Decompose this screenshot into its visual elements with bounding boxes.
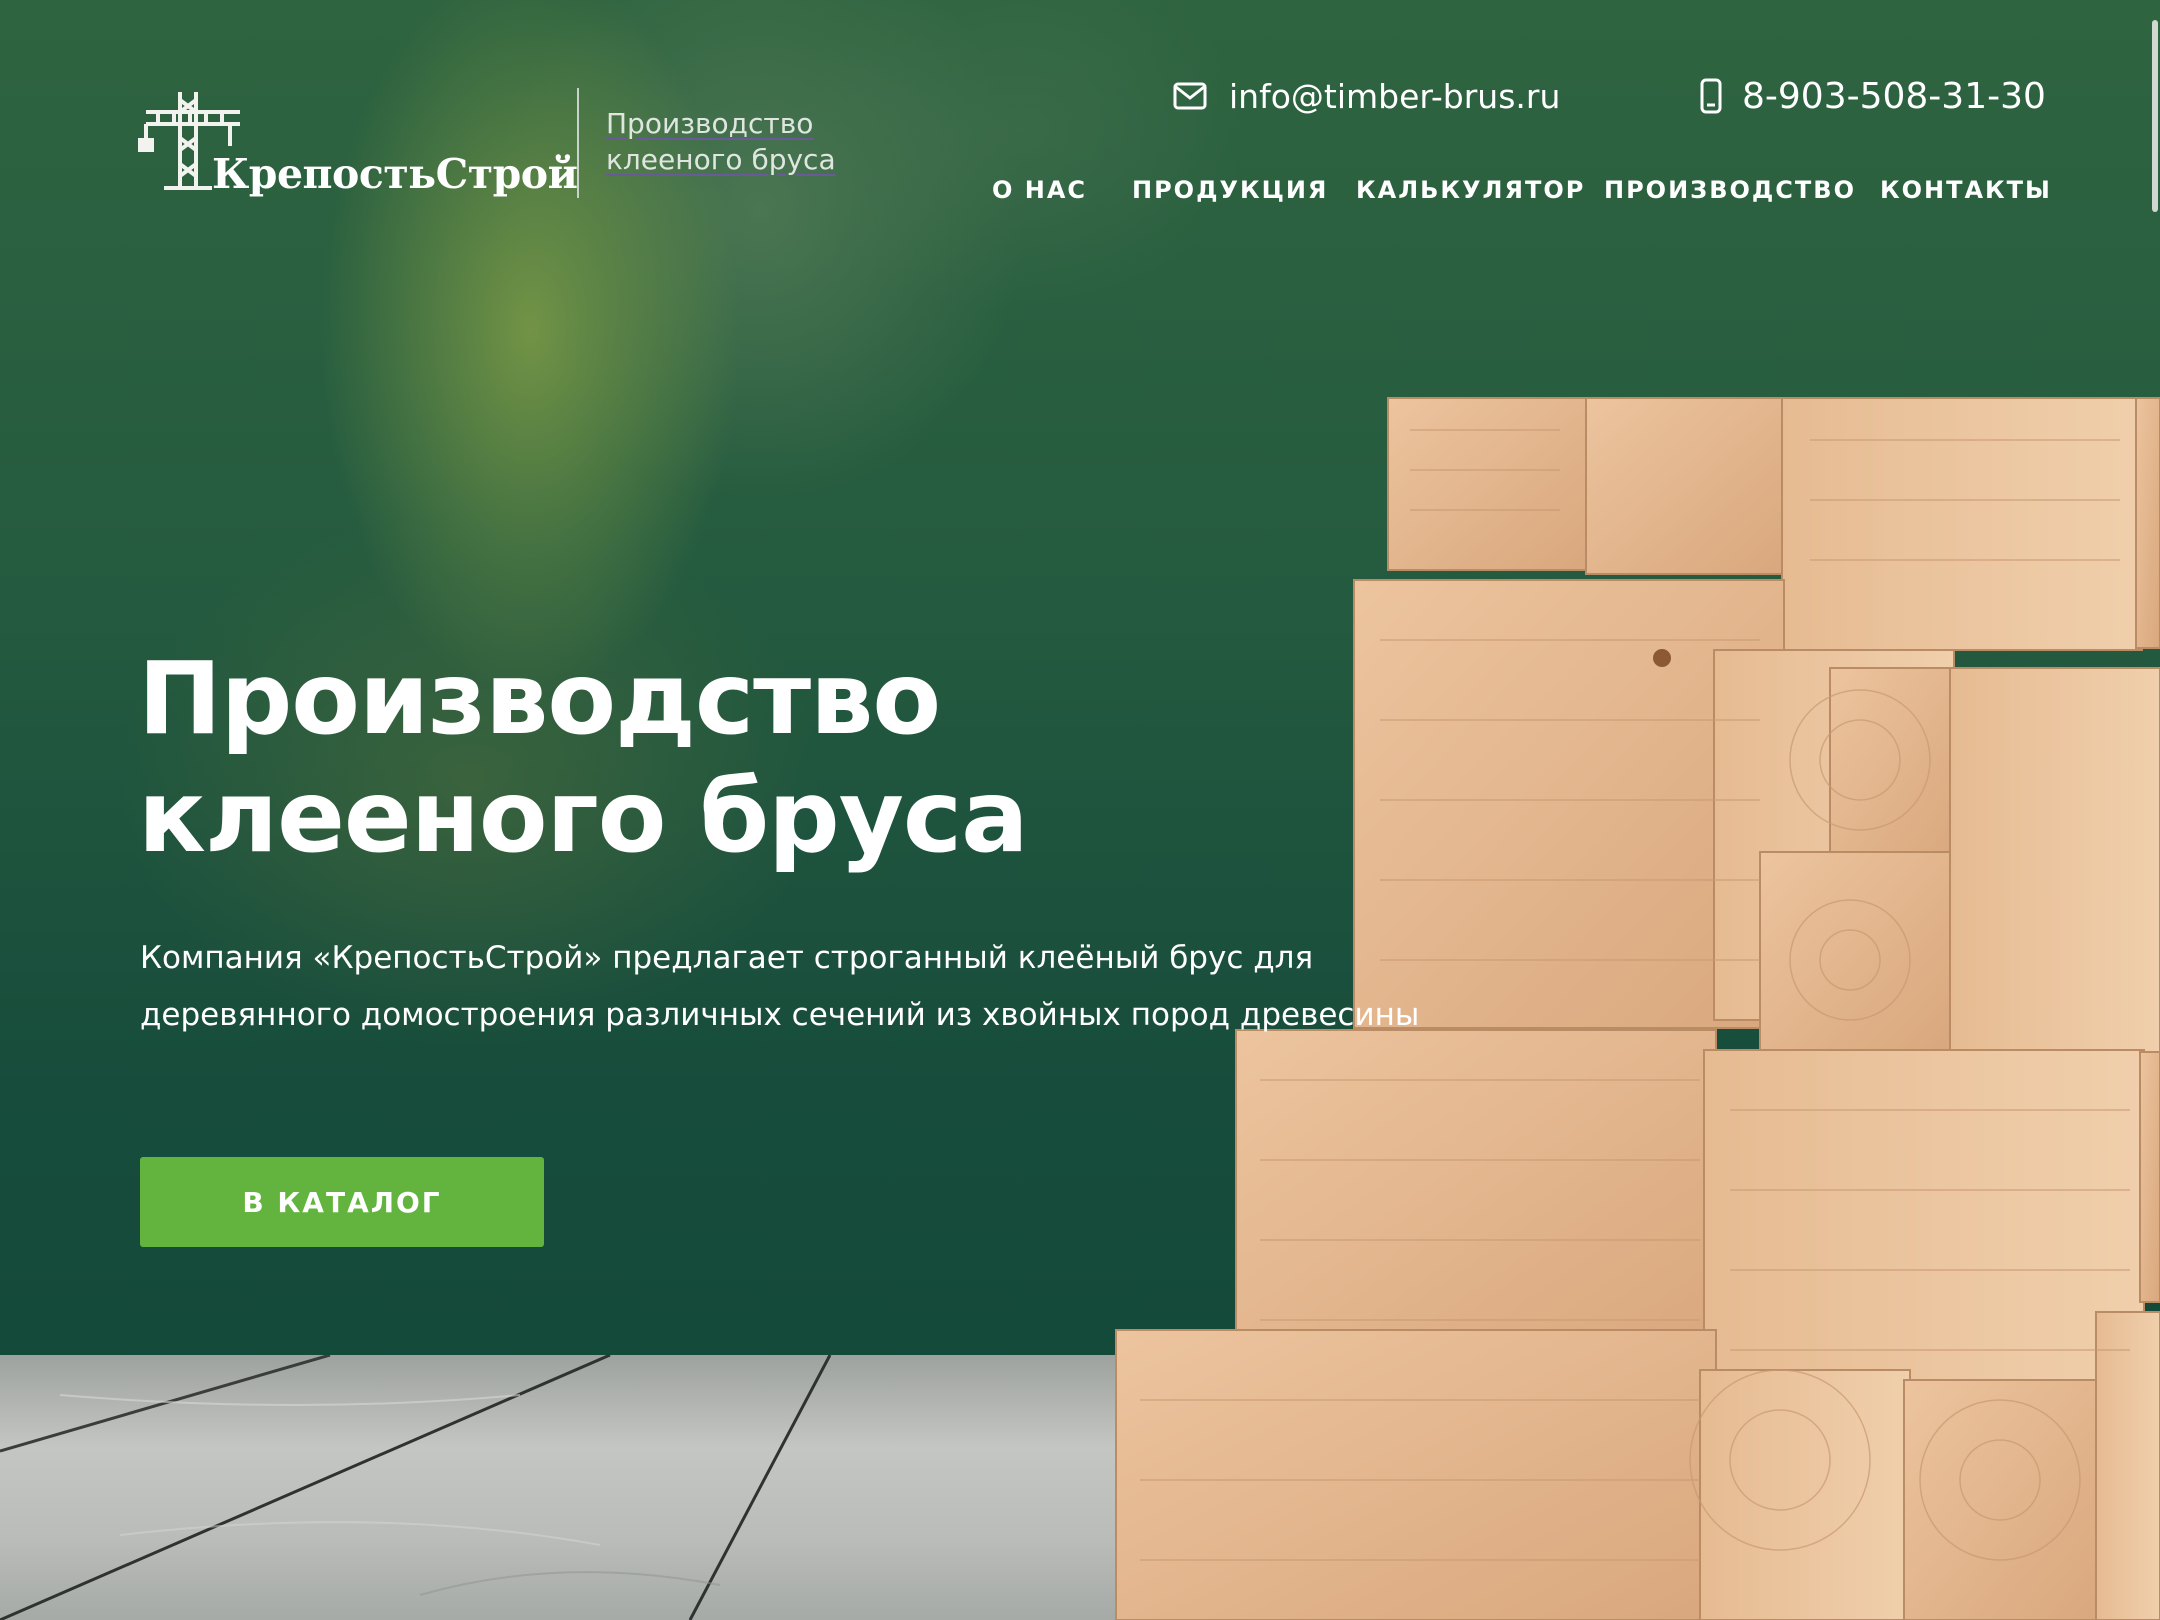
email-link[interactable]: info@timber-brus.ru [1229,77,1560,116]
envelope-icon [1173,82,1207,110]
nav-item-contacts[interactable]: КОНТАКТЫ [1880,176,2052,204]
mobile-phone-icon [1700,78,1722,114]
hero-description: Компания «КрепостьСтрой» предлагает стро… [140,940,1420,1033]
hero-title-line-2: клееного бруса [138,758,1029,875]
header-tagline[interactable]: Производство клееного бруса [606,106,836,178]
nav-item-calculator[interactable]: КАЛЬКУЛЯТОР [1356,176,1585,204]
nav-item-about[interactable]: О НАС [992,176,1087,204]
header-phone[interactable]: 8-903-508-31-30 [1700,70,2046,122]
catalog-button[interactable]: В КАТАЛОГ [140,1157,544,1247]
nav-item-production[interactable]: ПРОИЗВОДСТВО [1604,176,1856,204]
logo-wordmark[interactable]: КрепостьСтрой [212,150,578,198]
hero-title: Производство клееного бруса [138,640,1029,876]
header-divider [577,88,579,198]
tagline-line-1[interactable]: Производство [606,106,836,142]
phone-link[interactable]: 8-903-508-31-30 [1742,76,2046,117]
nav-item-products[interactable]: ПРОДУКЦИЯ [1132,176,1328,204]
tagline-line-2[interactable]: клееного бруса [606,142,836,178]
page-scrollbar[interactable] [2152,20,2158,212]
header-email[interactable]: info@timber-brus.ru [1173,72,1560,120]
hero-title-line-1: Производство [138,640,941,757]
